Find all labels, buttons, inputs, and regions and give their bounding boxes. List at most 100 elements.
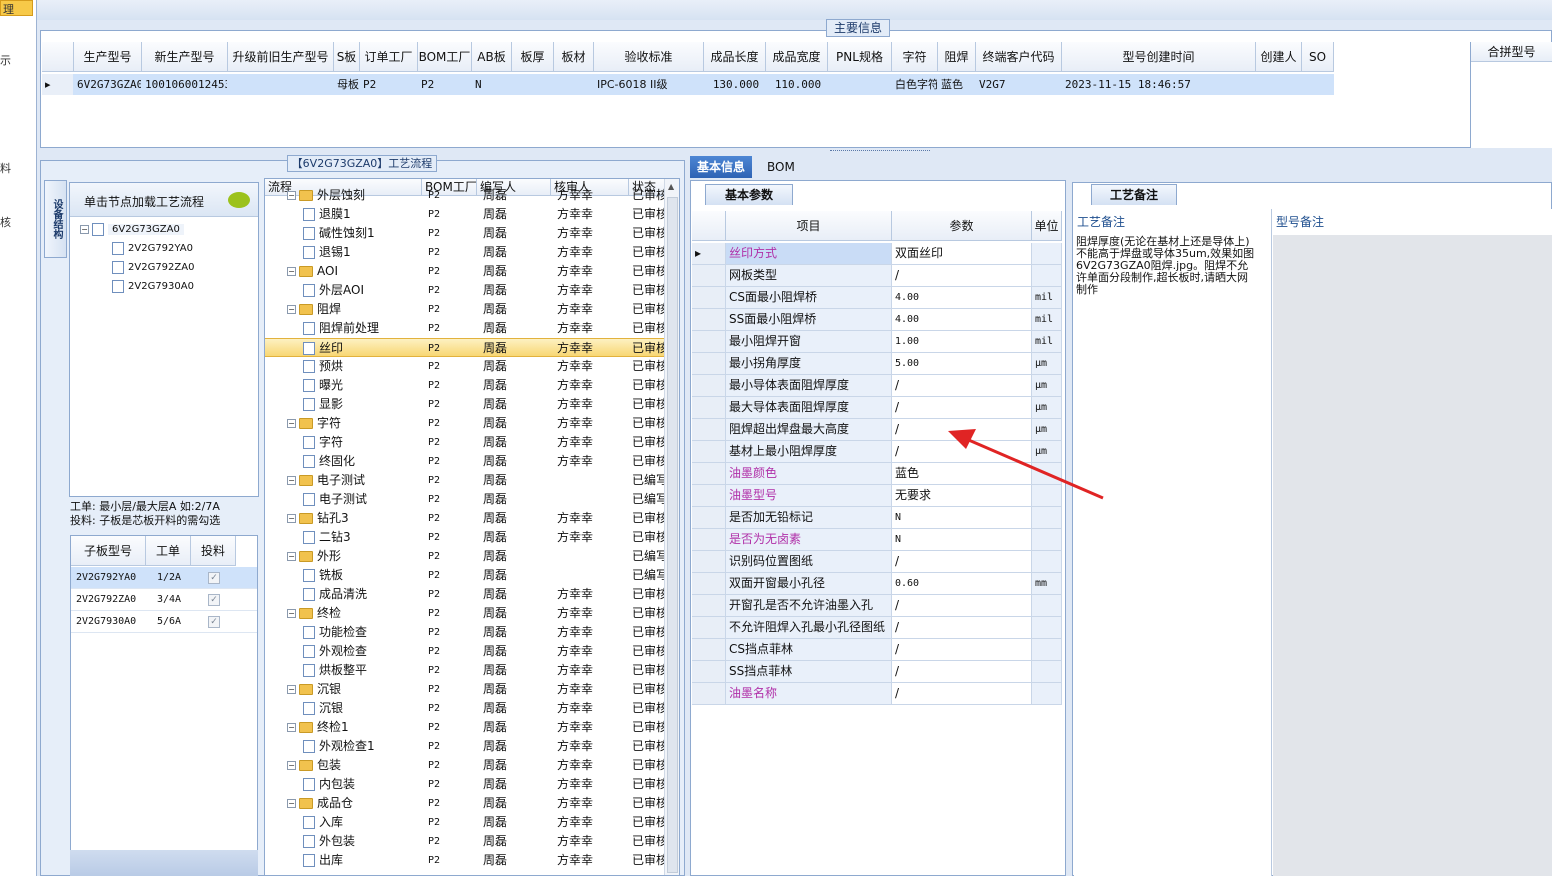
main-col-header[interactable]: 终端客户代码 (976, 42, 1062, 72)
table-row[interactable]: 外观检查1 P2 周磊 方幸幸 已审核 (265, 737, 665, 756)
param-value-cell[interactable]: 双面丝印 (892, 243, 1032, 265)
table-row[interactable]: − 沉银 P2 周磊 方幸幸 已审核 (265, 680, 665, 699)
table-row[interactable]: 外观检查 P2 周磊 方幸幸 已审核 (265, 642, 665, 661)
table-row[interactable]: 碱性蚀刻1 P2 周磊 方幸幸 已审核 (265, 224, 665, 243)
table-row[interactable]: 外层AOI P2 周磊 方幸幸 已审核 (265, 281, 665, 300)
main-col-header[interactable]: 型号创建时间 (1062, 42, 1256, 72)
table-row[interactable]: 出库 P2 周磊 方幸幸 已审核 (265, 851, 665, 870)
sub-col-order[interactable]: 工单 (146, 536, 191, 566)
table-row[interactable]: − 包装 P2 周磊 方幸幸 已审核 (265, 756, 665, 775)
param-value-cell[interactable]: 4.00 (892, 309, 1032, 331)
table-row[interactable]: 终固化 P2 周磊 方幸幸 已审核 (265, 452, 665, 471)
left-strip-label[interactable]: 示 (0, 52, 11, 68)
feed-checkbox[interactable]: ✓ (208, 616, 220, 628)
main-col-header[interactable]: S板 (334, 42, 360, 72)
param-value-cell[interactable]: / (892, 617, 1032, 639)
collapse-toggle-icon[interactable]: − (287, 685, 296, 694)
table-row[interactable]: 网板类型 / (692, 265, 1062, 287)
table-row[interactable]: SS面最小阻焊桥 4.00 mil (692, 309, 1062, 331)
tab-basic-params[interactable]: 基本参数 (705, 184, 793, 205)
collapse-toggle-icon[interactable]: − (287, 514, 296, 523)
main-col-header[interactable]: 成品长度 (704, 42, 766, 72)
collapse-toggle-icon[interactable]: − (287, 723, 296, 732)
param-value-cell[interactable]: / (892, 265, 1032, 287)
table-row[interactable]: CS挡点菲林 / (692, 639, 1062, 661)
collapse-toggle-icon[interactable]: − (80, 224, 89, 234)
table-row[interactable]: 是否为无卤素 N (692, 529, 1062, 551)
table-row[interactable]: ▸ 丝印方式 双面丝印 (692, 243, 1062, 265)
param-value-cell[interactable]: N (892, 507, 1032, 529)
main-col-header[interactable]: AB板 (472, 42, 512, 72)
param-value-cell[interactable]: 0.60 (892, 573, 1032, 595)
main-col-header[interactable]: 阻焊 (938, 42, 976, 72)
param-value-cell[interactable]: / (892, 375, 1032, 397)
left-strip-tab[interactable]: 理 (0, 0, 33, 16)
table-row[interactable]: 烘板整平 P2 周磊 方幸幸 已审核 (265, 661, 665, 680)
table-row[interactable]: 功能检查 P2 周磊 方幸幸 已审核 (265, 623, 665, 642)
param-value-cell[interactable]: 1.00 (892, 331, 1032, 353)
param-col-unit[interactable]: 单位 (1032, 211, 1062, 241)
collapse-toggle-icon[interactable]: − (287, 609, 296, 618)
collapse-toggle-icon[interactable]: − (287, 476, 296, 485)
table-row[interactable]: 退锡1 P2 周磊 方幸幸 已审核 (265, 243, 665, 262)
collapse-toggle-icon[interactable]: − (287, 419, 296, 428)
feed-checkbox[interactable]: ✓ (208, 572, 220, 584)
table-row[interactable]: 阻焊前处理 P2 周磊 方幸幸 已审核 (265, 319, 665, 338)
table-row[interactable]: − 阻焊 P2 周磊 方幸幸 已审核 (265, 300, 665, 319)
collapse-toggle-icon[interactable]: − (287, 761, 296, 770)
table-row[interactable]: 曝光 P2 周磊 方幸幸 已审核 (265, 376, 665, 395)
param-value-cell[interactable]: / (892, 551, 1032, 573)
param-col-value[interactable]: 参数 (892, 211, 1032, 241)
param-col-item[interactable]: 项目 (726, 211, 892, 241)
scrollbar-thumb[interactable] (667, 197, 678, 873)
tree-root-node[interactable]: − 6V2G73GZA0 (80, 221, 184, 239)
param-value-cell[interactable]: / (892, 595, 1032, 617)
table-row[interactable]: − 外层蚀刻 P2 周磊 方幸幸 已审核 (265, 186, 665, 205)
table-row[interactable]: 电子测试 P2 周磊 已编写 (265, 490, 665, 509)
table-row[interactable]: − AOI P2 周磊 方幸幸 已审核 (265, 262, 665, 281)
tree-child-node[interactable]: 2V2G7930A0 (112, 278, 194, 296)
table-row[interactable]: − 成品仓 P2 周磊 方幸幸 已审核 (265, 794, 665, 813)
table-row[interactable]: SS挡点菲林 / (692, 661, 1062, 683)
left-strip-label[interactable]: 料 (0, 160, 11, 176)
table-row[interactable]: 2V2G792ZA0 3/4A ✓ (71, 589, 257, 611)
table-row[interactable]: 二钻3 P2 周磊 方幸幸 已审核 (265, 528, 665, 547)
table-row[interactable]: 油墨名称 / (692, 683, 1062, 705)
table-row[interactable]: − 钻孔3 P2 周磊 方幸幸 已审核 (265, 509, 665, 528)
param-value-cell[interactable]: / (892, 639, 1032, 661)
table-row[interactable]: 外包装 P2 周磊 方幸幸 已审核 (265, 832, 665, 851)
table-row[interactable]: CS面最小阻焊桥 4.00 mil (692, 287, 1062, 309)
table-row[interactable]: 显影 P2 周磊 方幸幸 已审核 (265, 395, 665, 414)
main-col-header[interactable]: 升级前旧生产型号 (228, 42, 334, 72)
table-row[interactable]: − 外形 P2 周磊 已编写 (265, 547, 665, 566)
scroll-up-icon[interactable]: ▲ (668, 182, 674, 191)
table-row[interactable]: 最小导体表面阻焊厚度 / μm (692, 375, 1062, 397)
process-remark-text[interactable]: 阻焊厚度(无论在基材上还是导体上)不能高于焊盘或导体35um,效果如图6V2G7… (1076, 236, 1256, 296)
main-col-header[interactable]: 字符 (892, 42, 938, 72)
table-row[interactable]: 铣板 P2 周磊 已编写 (265, 566, 665, 585)
main-col-header[interactable]: 生产型号 (74, 42, 142, 72)
main-col-header[interactable]: BOM工厂 (418, 42, 472, 72)
tab-basic-info[interactable]: 基本信息 (690, 156, 753, 178)
main-col-header[interactable]: 板厚 (512, 42, 554, 72)
table-row[interactable]: 预烘 P2 周磊 方幸幸 已审核 (265, 357, 665, 376)
table-row[interactable]: 不允许阻焊入孔最小孔径图纸 / (692, 617, 1062, 639)
param-value-cell[interactable]: / (892, 661, 1032, 683)
param-value-cell[interactable]: 5.00 (892, 353, 1032, 375)
collapse-toggle-icon[interactable]: − (287, 799, 296, 808)
collapse-toggle-icon[interactable]: − (287, 305, 296, 314)
collapse-toggle-icon[interactable]: − (287, 191, 296, 200)
main-col-header[interactable]: 板材 (554, 42, 594, 72)
param-value-cell[interactable]: 4.00 (892, 287, 1032, 309)
main-col-header[interactable]: 成品宽度 (766, 42, 828, 72)
table-row[interactable]: − 终检 P2 周磊 方幸幸 已审核 (265, 604, 665, 623)
main-col-header[interactable]: PNL规格 (828, 42, 892, 72)
table-row[interactable]: 2V2G792YA0 1/2A ✓ (71, 567, 257, 589)
table-row[interactable]: 丝印 P2 周磊 方幸幸 已审核 (265, 338, 665, 357)
param-value-cell[interactable]: / (892, 683, 1032, 705)
tab-bom[interactable]: BOM (760, 156, 802, 178)
process-grid-scrollbar[interactable]: ▲ (664, 179, 679, 875)
table-row[interactable]: 字符 P2 周磊 方幸幸 已审核 (265, 433, 665, 452)
table-row[interactable]: 退膜1 P2 周磊 方幸幸 已审核 (265, 205, 665, 224)
table-row[interactable]: 开窗孔是否不允许油墨入孔 / (692, 595, 1062, 617)
